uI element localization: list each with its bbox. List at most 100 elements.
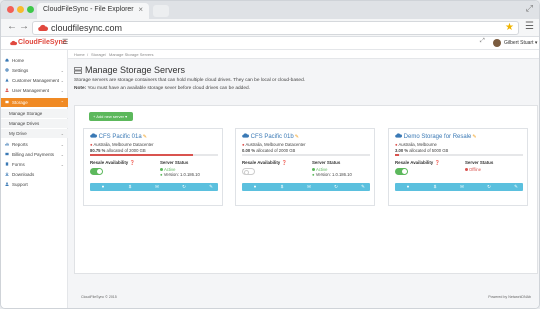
- info-icon[interactable]: ❓: [129, 160, 134, 165]
- refresh-icon[interactable]: ↻: [179, 184, 189, 190]
- edit-icon[interactable]: ✎: [358, 184, 368, 190]
- server-status-text: Offline: [469, 167, 482, 172]
- sidebar-item-downloads[interactable]: Downloads: [1, 170, 68, 179]
- server-status-label: Server Status: [160, 160, 189, 165]
- support-icon: [5, 182, 9, 186]
- bookmark-star-icon[interactable]: ★: [505, 22, 514, 33]
- sidebar-item-storage[interactable]: Storage ⌃: [1, 98, 68, 107]
- server-name-link[interactable]: CFS Pacific 01a✎: [90, 133, 147, 140]
- sidebar-item-billing[interactable]: Billing and Payments ⌄: [1, 150, 68, 159]
- sidebar-item-label: Customer Management: [12, 78, 60, 83]
- visibility-icon[interactable]: ●: [98, 184, 108, 189]
- forward-arrow-icon[interactable]: →: [19, 21, 29, 32]
- sidebar-item-reports[interactable]: Reports ⌄: [1, 140, 68, 149]
- server-name-link[interactable]: Demo Storage for Resale✎: [395, 133, 477, 140]
- info-icon[interactable]: ❓: [434, 160, 439, 165]
- server-version: ● Version: 1.0.186.10: [160, 172, 200, 177]
- refresh-icon[interactable]: ↻: [331, 184, 341, 190]
- sidebar-item-settings[interactable]: Settings ⌄: [1, 66, 68, 75]
- server-name: Demo Storage for Resale: [403, 134, 472, 140]
- add-new-server-button[interactable]: + Add new server ▾: [89, 112, 133, 121]
- mail-icon[interactable]: ✉: [304, 184, 314, 190]
- edit-icon[interactable]: ✎: [295, 134, 299, 140]
- minimize-window-button[interactable]: [17, 6, 24, 13]
- page-title: Manage Storage Servers: [85, 65, 186, 75]
- maximize-window-button[interactable]: [27, 6, 34, 13]
- app-header: CloudFileSync ☰ ⤢ Gilbert Stuart ▾: [1, 37, 539, 50]
- status-dot-icon: [312, 168, 315, 171]
- edit-icon[interactable]: ✎: [472, 134, 476, 140]
- edit-icon[interactable]: ✎: [206, 184, 216, 190]
- sidebar-item-user-management[interactable]: User Management ⌄: [1, 86, 68, 95]
- sidebar-item-label: Downloads: [12, 172, 35, 177]
- sidebar-item-customer-management[interactable]: Customer Management ⌄: [1, 76, 68, 85]
- close-window-button[interactable]: [7, 6, 14, 13]
- info-icon[interactable]: ❓: [281, 160, 286, 165]
- visibility-icon[interactable]: ●: [250, 184, 260, 189]
- sidebar-subitem-manage-storage[interactable]: Manage Storage: [1, 109, 68, 118]
- allocation-percent: 3.00 %: [395, 148, 409, 153]
- breadcrumb-storage[interactable]: Storage: [91, 52, 105, 57]
- server-allocation: 80.75 % allocated of 2000 GB: [90, 148, 146, 153]
- toggle-knob: [244, 169, 249, 175]
- server-card: CFS Pacific 01a✎ ● Australia, Melbourne D…: [83, 128, 223, 206]
- server-version-text: Version: 1.0.186.10: [163, 172, 200, 177]
- resale-label-text: Resale Availability: [395, 160, 434, 165]
- refresh-icon[interactable]: ↻: [484, 184, 494, 190]
- sidebar-item-label: Forms: [12, 162, 25, 167]
- footer-powered-by[interactable]: Powered by NetworkDNAb: [488, 295, 531, 299]
- dollar-icon[interactable]: $: [277, 184, 287, 189]
- app-logo[interactable]: CloudFileSync: [10, 39, 67, 46]
- server-status-label: Server Status: [312, 160, 341, 165]
- mail-icon[interactable]: ✉: [457, 184, 467, 190]
- browser-menu-icon[interactable]: ☰: [525, 21, 534, 32]
- expand-icon[interactable]: ⤢: [526, 3, 533, 14]
- resale-toggle[interactable]: [90, 168, 103, 175]
- breadcrumb-home[interactable]: Home: [74, 52, 85, 57]
- server-name-link[interactable]: CFS Pacific 01b✎: [242, 133, 299, 140]
- sidebar-subitem-my-drive[interactable]: My Drive ⌄: [1, 129, 68, 138]
- resale-label-text: Resale Availability: [90, 160, 129, 165]
- user-menu[interactable]: Gilbert Stuart ▾: [504, 40, 537, 46]
- main-content: Home / Storage / Manage Storage Servers …: [68, 50, 539, 308]
- sidebar-item-label: Support: [12, 182, 28, 187]
- sidebar-item-forms[interactable]: Forms ⌄: [1, 160, 68, 169]
- cloud-logo-icon: [10, 40, 17, 46]
- url-input[interactable]: cloudfilesync.com ★: [32, 21, 519, 35]
- sidebar-toggle-icon[interactable]: ☰: [62, 38, 68, 46]
- tab-close-icon[interactable]: ×: [138, 5, 143, 14]
- server-name: CFS Pacific 01b: [250, 134, 294, 140]
- chevron-up-icon: ⌃: [60, 100, 64, 105]
- edit-icon[interactable]: ✎: [511, 184, 521, 190]
- avatar[interactable]: [493, 39, 501, 47]
- address-bar-row: ← → cloudfilesync.com ★ ☰: [1, 19, 539, 37]
- new-tab-button[interactable]: [153, 5, 169, 17]
- sidebar-item-home[interactable]: Home: [1, 56, 68, 65]
- storage-icon: [5, 100, 9, 104]
- dollar-icon[interactable]: $: [430, 184, 440, 189]
- logo-text: CloudFileSync: [18, 39, 67, 46]
- sidebar-subitem-manage-drives[interactable]: Manage Drives: [1, 119, 68, 128]
- forms-icon: [5, 162, 9, 166]
- mail-icon[interactable]: ✉: [152, 184, 162, 190]
- server-card: Demo Storage for Resale✎ ● Australia, Mel…: [388, 128, 528, 206]
- back-arrow-icon[interactable]: ←: [7, 21, 17, 32]
- edit-icon[interactable]: ✎: [143, 134, 147, 140]
- dollar-icon[interactable]: $: [125, 184, 135, 189]
- browser-tab[interactable]: CloudFileSync - File Explorer ×: [37, 3, 149, 19]
- server-version: ● Version: 1.0.186.10: [312, 172, 352, 177]
- sidebar-item-label: Reports: [12, 142, 28, 147]
- visibility-icon[interactable]: ●: [403, 184, 413, 189]
- fullscreen-icon[interactable]: ⤢: [480, 38, 485, 45]
- resale-label-text: Resale Availability: [242, 160, 281, 165]
- breadcrumb: Home / Storage / Manage Storage Servers: [68, 50, 539, 59]
- resale-toggle[interactable]: [242, 168, 255, 175]
- sidebar-item-support[interactable]: Support: [1, 180, 68, 189]
- sidebar-item-label: My Drive: [9, 131, 27, 136]
- server-allocation: 0.00 % allocated of 2000 GB: [242, 148, 295, 153]
- chevron-down-icon: ⌄: [60, 68, 64, 73]
- server-location: ● Australia, Melbourne Datacenter: [242, 142, 306, 147]
- server-version-text: Version: 1.0.186.10: [315, 172, 352, 177]
- resale-toggle[interactable]: [395, 168, 408, 175]
- allocation-bar-fill: [90, 154, 194, 156]
